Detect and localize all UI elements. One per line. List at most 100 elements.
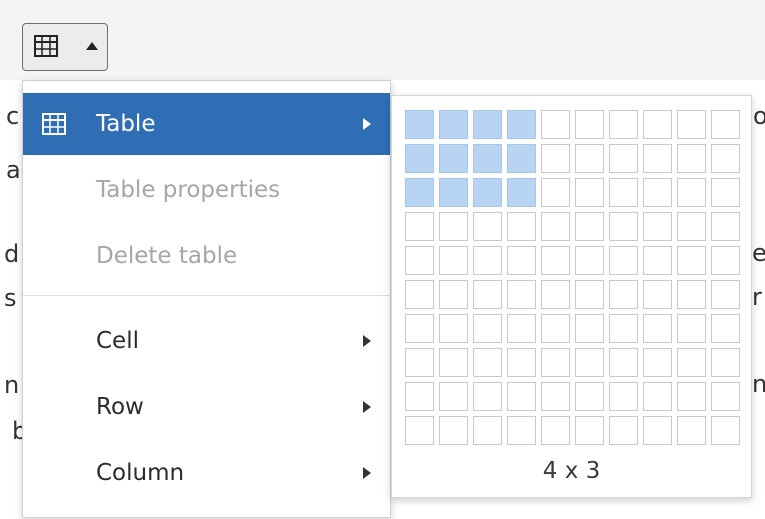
grid-cell[interactable] [405, 314, 434, 343]
grid-cell[interactable] [405, 246, 434, 275]
grid-cell[interactable] [473, 280, 502, 309]
grid-cell[interactable] [507, 416, 536, 445]
grid-cell[interactable] [507, 212, 536, 241]
grid-cell[interactable] [609, 144, 638, 173]
grid-cell[interactable] [711, 416, 740, 445]
grid-cell[interactable] [541, 416, 570, 445]
grid-cell[interactable] [507, 144, 536, 173]
grid-cell[interactable] [541, 246, 570, 275]
grid-cell[interactable] [643, 382, 672, 411]
menu-item-table[interactable]: Table [23, 93, 390, 155]
menu-item-row[interactable]: Row [23, 376, 390, 438]
grid-cell[interactable] [677, 212, 706, 241]
grid-cell[interactable] [609, 212, 638, 241]
grid-cell[interactable] [439, 246, 468, 275]
grid-cell[interactable] [439, 178, 468, 207]
grid-cell[interactable] [643, 144, 672, 173]
menu-item-cell[interactable]: Cell [23, 310, 390, 372]
grid-cell[interactable] [507, 314, 536, 343]
grid-cell[interactable] [473, 110, 502, 139]
grid-cell[interactable] [575, 212, 604, 241]
grid-cell[interactable] [643, 246, 672, 275]
grid-cell[interactable] [541, 178, 570, 207]
grid-cell[interactable] [575, 416, 604, 445]
grid-cell[interactable] [609, 314, 638, 343]
grid-cell[interactable] [405, 144, 434, 173]
grid-cell[interactable] [405, 212, 434, 241]
grid-cell[interactable] [541, 382, 570, 411]
grid-cell[interactable] [405, 110, 434, 139]
grid-cell[interactable] [609, 246, 638, 275]
grid-cell[interactable] [677, 314, 706, 343]
grid-cell[interactable] [507, 178, 536, 207]
grid-cell[interactable] [575, 178, 604, 207]
grid-cell[interactable] [439, 348, 468, 377]
grid-cell[interactable] [405, 382, 434, 411]
grid-cell[interactable] [643, 416, 672, 445]
grid-cell[interactable] [473, 348, 502, 377]
grid-cell[interactable] [677, 382, 706, 411]
grid-cell[interactable] [609, 348, 638, 377]
grid-cell[interactable] [473, 314, 502, 343]
menu-item-column[interactable]: Column [23, 442, 390, 504]
grid-cell[interactable] [609, 382, 638, 411]
grid-cell[interactable] [677, 348, 706, 377]
grid-cell[interactable] [541, 314, 570, 343]
grid-cell[interactable] [473, 382, 502, 411]
grid-cell[interactable] [439, 416, 468, 445]
grid-cell[interactable] [677, 246, 706, 275]
grid-cell[interactable] [439, 280, 468, 309]
grid-cell[interactable] [677, 280, 706, 309]
grid-cell[interactable] [609, 110, 638, 139]
grid-cell[interactable] [507, 280, 536, 309]
grid-cell[interactable] [609, 280, 638, 309]
grid-cell[interactable] [609, 416, 638, 445]
grid-cell[interactable] [711, 110, 740, 139]
grid-cell[interactable] [507, 348, 536, 377]
grid-cell[interactable] [711, 144, 740, 173]
grid-cell[interactable] [677, 416, 706, 445]
grid-cell[interactable] [405, 280, 434, 309]
grid-cell[interactable] [711, 382, 740, 411]
grid-cell[interactable] [677, 178, 706, 207]
grid-cell[interactable] [439, 110, 468, 139]
grid-cell[interactable] [711, 212, 740, 241]
grid-cell[interactable] [575, 382, 604, 411]
grid-cell[interactable] [643, 178, 672, 207]
grid-cell[interactable] [677, 144, 706, 173]
grid-cell[interactable] [439, 314, 468, 343]
grid-cell[interactable] [541, 110, 570, 139]
grid-cell[interactable] [473, 246, 502, 275]
grid-cell[interactable] [507, 110, 536, 139]
table-dropdown-button[interactable] [22, 23, 108, 71]
grid-cell[interactable] [575, 110, 604, 139]
grid-cell[interactable] [711, 178, 740, 207]
grid-cell[interactable] [541, 212, 570, 241]
grid-cell[interactable] [473, 212, 502, 241]
grid-cell[interactable] [575, 246, 604, 275]
grid-cell[interactable] [643, 280, 672, 309]
grid-cell[interactable] [405, 178, 434, 207]
grid-cell[interactable] [575, 314, 604, 343]
grid-cell[interactable] [507, 246, 536, 275]
grid-cell[interactable] [473, 178, 502, 207]
grid-cell[interactable] [541, 144, 570, 173]
grid-cell[interactable] [643, 348, 672, 377]
grid-cell[interactable] [643, 212, 672, 241]
grid-cell[interactable] [405, 348, 434, 377]
grid-cell[interactable] [609, 178, 638, 207]
grid-cell[interactable] [711, 280, 740, 309]
grid-cell[interactable] [711, 314, 740, 343]
grid-cell[interactable] [439, 144, 468, 173]
grid-cell[interactable] [575, 144, 604, 173]
grid-cell[interactable] [439, 382, 468, 411]
grid-cell[interactable] [507, 382, 536, 411]
grid-cell[interactable] [541, 348, 570, 377]
grid-cell[interactable] [541, 280, 570, 309]
grid-cell[interactable] [643, 314, 672, 343]
grid-cell[interactable] [711, 246, 740, 275]
grid-cell[interactable] [405, 416, 434, 445]
grid-cell[interactable] [473, 416, 502, 445]
grid-cell[interactable] [575, 280, 604, 309]
grid-cell[interactable] [677, 110, 706, 139]
